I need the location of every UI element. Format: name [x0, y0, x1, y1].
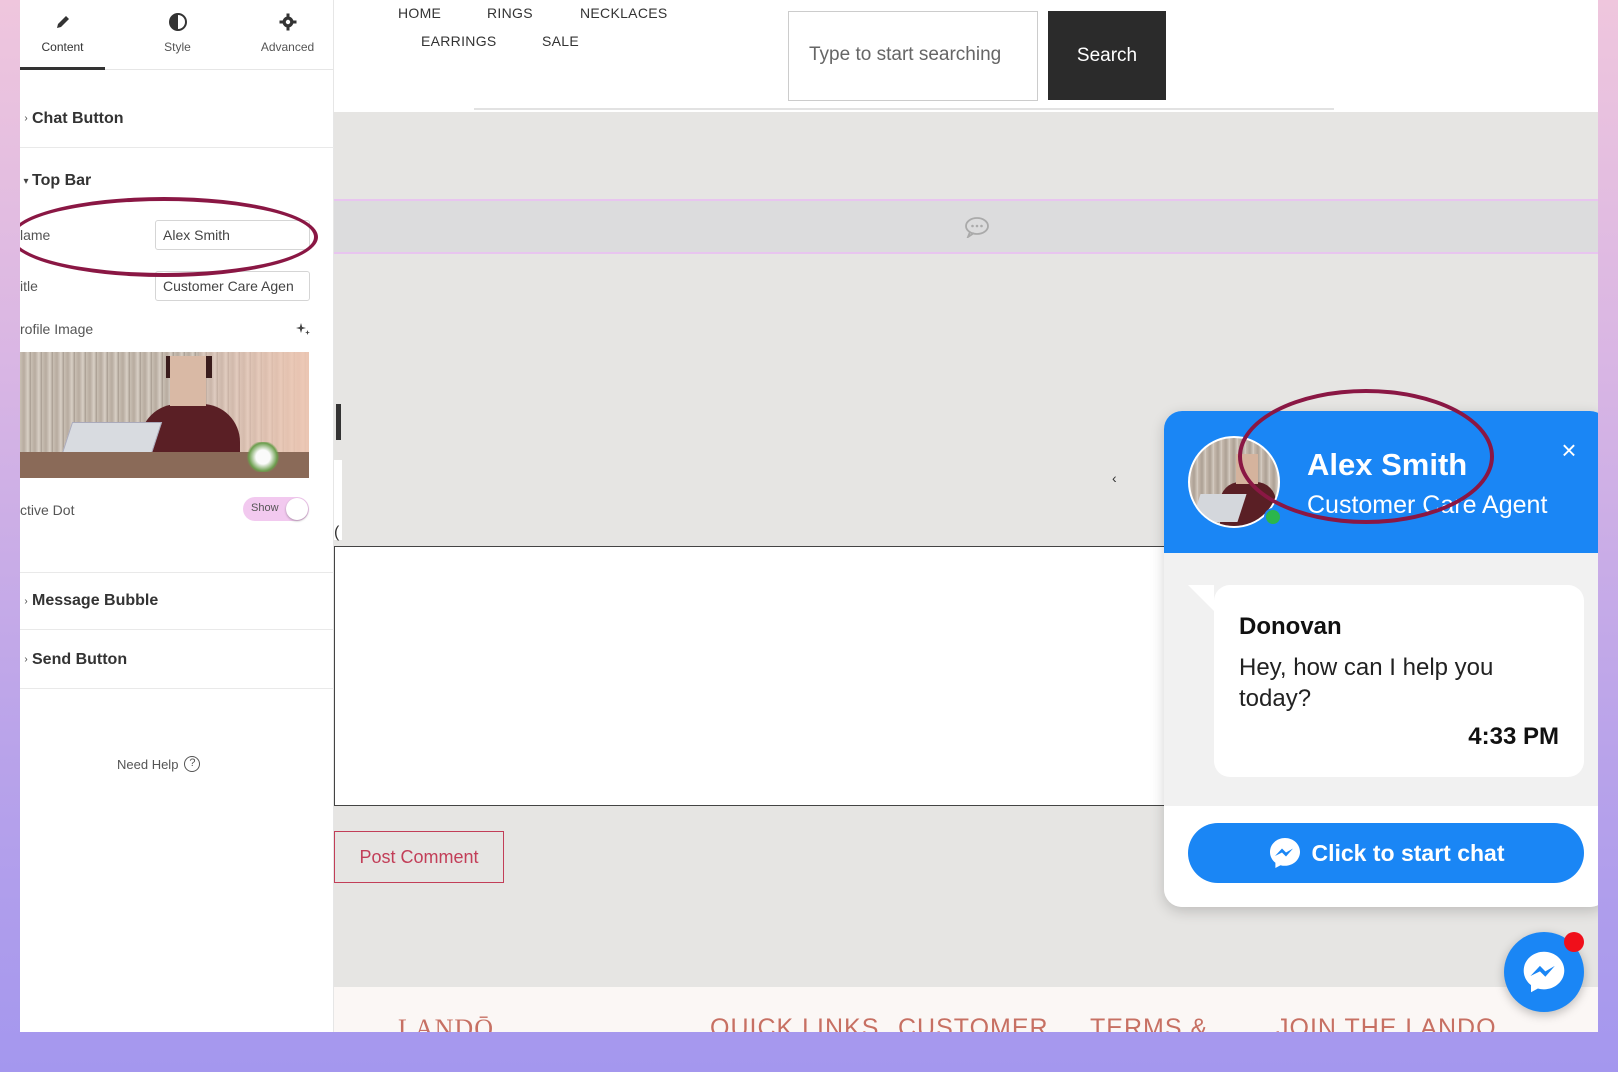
toggle-knob: [286, 498, 308, 520]
chat-widget-placeholder[interactable]: [334, 199, 1598, 254]
chevron-down-icon: ▾: [23, 175, 29, 187]
toggle-label: Show: [251, 502, 279, 514]
nav-sale[interactable]: SALE: [542, 33, 579, 49]
header-divider: [474, 108, 1334, 110]
tab-style[interactable]: Style: [120, 0, 235, 70]
help-circle-icon: ?: [184, 756, 201, 772]
profile-image-label: rofile Image: [20, 321, 94, 337]
messenger-icon: [1269, 838, 1300, 868]
footer-terms: TERMS &: [1090, 1014, 1209, 1032]
chevron-right-icon: ›: [24, 654, 28, 665]
search-button[interactable]: Search: [1048, 11, 1166, 100]
message-time: 4:33 PM: [1468, 723, 1559, 750]
site-header: HOME RINGS NECKLACES EARRINGS SALE Type …: [334, 0, 1598, 112]
chat-top-bar: Alex Smith Customer Care Agent ×: [1164, 411, 1598, 553]
nav-earrings[interactable]: EARRINGS: [421, 33, 497, 49]
pencil-icon: [56, 16, 69, 28]
nav-necklaces[interactable]: NECKLACES: [580, 5, 668, 21]
tab-label: Advanced: [260, 40, 315, 54]
messenger-icon: [1523, 951, 1565, 993]
section-label: Send Button: [32, 650, 128, 668]
tab-label: Style: [164, 40, 191, 54]
ai-sparkle-icon[interactable]: [295, 321, 311, 337]
nav-rings[interactable]: RINGS: [487, 5, 533, 21]
footer-quick-links: QUICK LINKS: [710, 1014, 880, 1032]
chevron-right-icon: ›: [24, 595, 28, 607]
chevron-right-icon: ›: [24, 113, 28, 124]
half-circle-icon: [168, 13, 187, 31]
avatar-laptop: [1191, 494, 1247, 522]
tab-content[interactable]: Content: [20, 0, 105, 70]
tab-advanced[interactable]: Advanced: [230, 0, 345, 70]
editor-tabs: Content Style Advanced: [20, 0, 334, 70]
active-dot-toggle[interactable]: Show: [243, 497, 309, 521]
active-status-dot: [1264, 508, 1282, 526]
section-chat-button[interactable]: › Chat Button: [20, 90, 334, 148]
profile-head: [170, 356, 206, 406]
need-help-link[interactable]: Need Help ?: [117, 756, 201, 772]
agent-title: Customer Care Agent: [1307, 491, 1548, 519]
nav-home[interactable]: HOME: [398, 5, 441, 21]
footer-customer: CUSTOMER: [898, 1014, 1049, 1032]
gear-icon: [279, 13, 296, 31]
paren-fragment: (: [334, 524, 340, 541]
active-dot-label: ctive Dot: [20, 502, 75, 518]
start-chat-button[interactable]: Click to start chat: [1188, 823, 1584, 883]
message-bubble-tail: [1188, 585, 1214, 611]
name-input[interactable]: Alex Smith: [155, 220, 310, 250]
agent-name: Alex Smith: [1307, 447, 1468, 482]
section-top-bar[interactable]: ▾ Top Bar: [20, 152, 334, 210]
section-label: Top Bar: [32, 172, 92, 189]
post-comment-button[interactable]: Post Comment: [334, 831, 504, 883]
search-input[interactable]: Type to start searching: [788, 11, 1038, 101]
section-send-button[interactable]: › Send Button: [20, 631, 334, 689]
tab-label: Content: [41, 40, 84, 54]
section-message-bubble[interactable]: › Message Bubble: [20, 572, 334, 630]
chevron-left-icon: ‹: [1112, 470, 1117, 486]
footer-logo[interactable]: LANDŌ: [398, 1014, 494, 1032]
section-label: Chat Button: [32, 109, 124, 127]
notification-badge: [1564, 932, 1584, 952]
avatar-head: [1236, 454, 1258, 484]
section-label: Message Bubble: [32, 592, 159, 609]
text-cursor-fragment: [336, 404, 341, 440]
chat-widget: Alex Smith Customer Care Agent × Donovan…: [1164, 411, 1598, 907]
profile-plant: [245, 442, 281, 472]
app-canvas: Content Style Advanced › Chat Button ▾ T…: [20, 0, 1598, 1032]
start-chat-label: Click to start chat: [1311, 839, 1505, 866]
title-input[interactable]: Customer Care Agen: [155, 271, 310, 301]
chat-bubble-icon: [965, 217, 989, 238]
message-bubble: Donovan Hey, how can I help you today? 4…: [1214, 585, 1584, 777]
title-field-label: itle: [20, 278, 38, 294]
name-field-label: lame: [20, 227, 51, 243]
message-text: Hey, how can I help you today?: [1239, 654, 1494, 712]
editor-panel: Content Style Advanced › Chat Button ▾ T…: [20, 0, 334, 1032]
need-help-label: Need Help: [117, 756, 179, 772]
profile-image-preview[interactable]: [20, 352, 309, 478]
close-icon[interactable]: ×: [1556, 437, 1582, 463]
footer-join: JOIN THE LANDO: [1276, 1014, 1497, 1032]
message-sender: Donovan: [1239, 613, 1342, 640]
